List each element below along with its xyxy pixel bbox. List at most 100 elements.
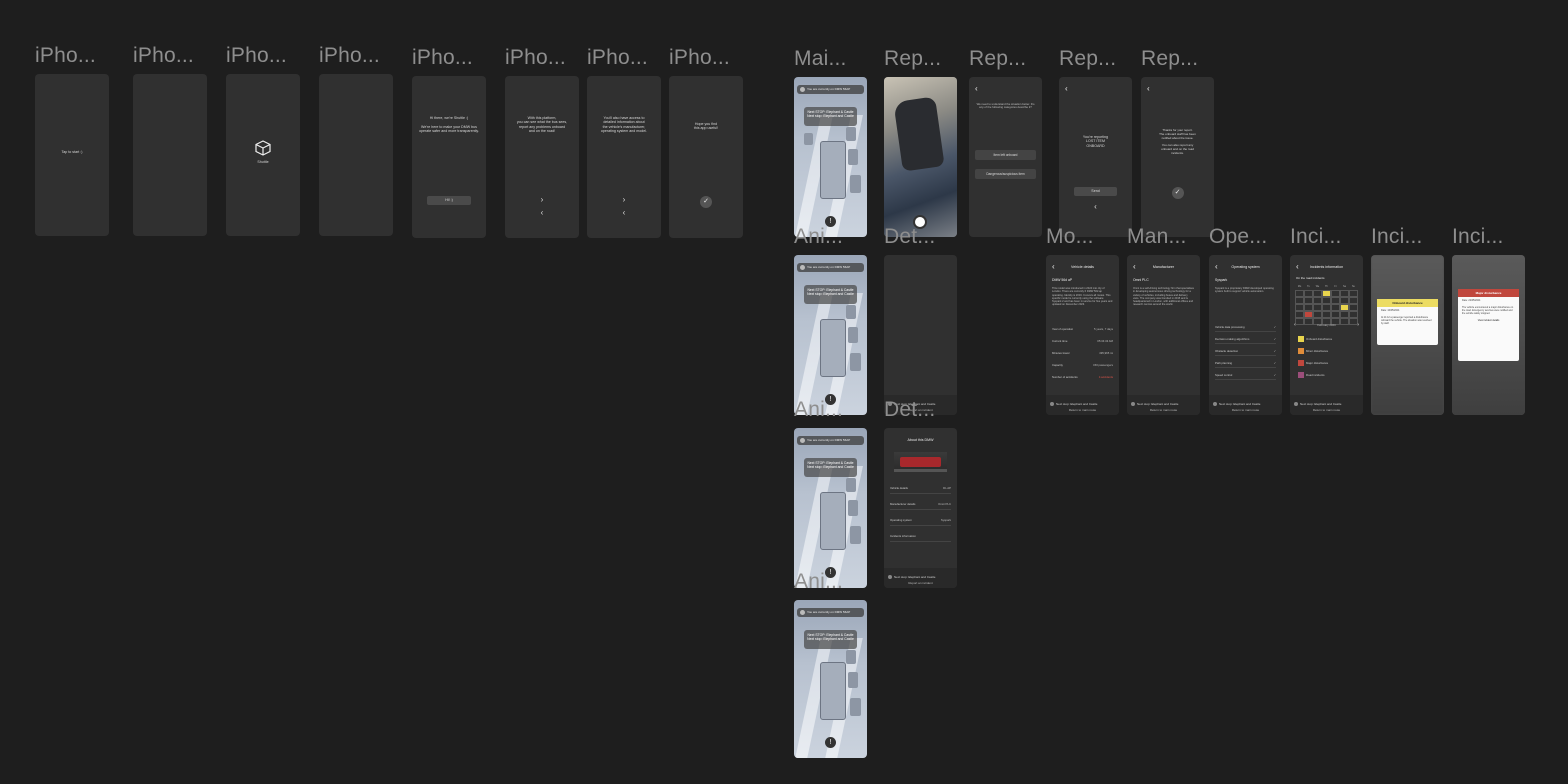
frame-animation-1[interactable]: Ani... You are currently on DMW 56AP Nex… (794, 225, 867, 415)
calendar-day[interactable] (1349, 290, 1358, 297)
legend-major[interactable]: Major disturbance (1298, 360, 1328, 366)
frame-iphone-7[interactable]: iPho... You'll also have access to detai… (587, 46, 661, 238)
back-icon[interactable]: ‹ (1065, 84, 1068, 93)
calendar-day[interactable] (1340, 304, 1349, 311)
prev-icon[interactable]: ‹ (541, 209, 544, 217)
calendar-day[interactable] (1295, 304, 1304, 311)
detail-row-vehicle[interactable]: Vehicle details DL AP (890, 484, 951, 494)
calendar-day[interactable] (1340, 297, 1349, 304)
frame-incidents-calendar[interactable]: Inci... ‹ Incidents information On the r… (1290, 225, 1363, 415)
check-icon[interactable]: ✓ (700, 196, 712, 208)
frame-label: iPho... (35, 44, 96, 67)
vehicle-topbar[interactable]: You are currently on DMW 56AP (797, 85, 864, 94)
frame-details-empty[interactable]: Det... Next stop: Elephant and Castle Re… (884, 225, 957, 415)
incident-calendar[interactable]: Mo Tu We Th Fr Sa Su (1295, 285, 1358, 327)
calendar-day[interactable] (1304, 311, 1313, 318)
frame-incident-onboard[interactable]: Inci... Onboard disturbance Date: 10/05/… (1371, 225, 1444, 415)
os-feature-row[interactable]: Path planning ✓ (1215, 359, 1276, 368)
prev-icon[interactable]: ‹ (1094, 203, 1097, 211)
os-feature-row[interactable]: Speed control ✓ (1215, 371, 1276, 380)
os-feature-row[interactable]: Vehicle data processing ✓ (1215, 323, 1276, 332)
frame-animation-2[interactable]: Ani... You are currently on DMW 56AP Nex… (794, 398, 867, 588)
calendar-day[interactable] (1349, 304, 1358, 311)
calendar-day[interactable] (1295, 290, 1304, 297)
back-icon[interactable]: ‹ (1147, 84, 1150, 93)
calendar-day[interactable] (1340, 290, 1349, 297)
vehicle-topbar[interactable]: You are currently on DMW 56AP (797, 263, 864, 272)
calendar-day[interactable] (1331, 304, 1340, 311)
legend-onboard[interactable]: Onboard disturbance (1298, 336, 1332, 342)
modal-link[interactable]: View incident details (1458, 317, 1519, 324)
calendar-day[interactable] (1313, 311, 1322, 318)
next-icon[interactable]: › (541, 196, 544, 204)
frame-report-send[interactable]: Rep... ‹ You're reporting LOST ITEM ONBO… (1059, 47, 1132, 237)
calendar-day[interactable] (1313, 290, 1322, 297)
frame-report-category[interactable]: Rep... ‹ We need to understand the situa… (969, 47, 1042, 237)
screen-tap-to-start[interactable]: Tap to start :) (35, 74, 109, 236)
next-icon[interactable]: › (623, 196, 626, 204)
frame-iphone-8[interactable]: iPho... Hope you find this app useful! ✓ (669, 46, 743, 238)
legend-minor[interactable]: Minor disturbance (1298, 348, 1328, 354)
detail-row-os[interactable]: Operating system Syspark (890, 516, 951, 526)
frame-iphone-3[interactable]: iPho... Shuttle (226, 44, 300, 236)
weekday-label: Su (1352, 285, 1355, 288)
prev-icon[interactable]: ‹ (623, 209, 626, 217)
calendar-day[interactable] (1331, 290, 1340, 297)
calendar-day[interactable] (1304, 290, 1313, 297)
frame-iphone-2[interactable]: iPho... (133, 44, 207, 236)
detail-row-manufacturer[interactable]: Manufacturer details Omni PLC (890, 500, 951, 510)
next-month-icon[interactable]: › (1357, 322, 1359, 328)
os-feature-row[interactable]: Decision-making algorithms ✓ (1215, 335, 1276, 344)
footer-link[interactable]: Report an incident (884, 581, 957, 585)
report-warning-icon[interactable]: ! (825, 737, 836, 748)
calendar-day[interactable] (1349, 297, 1358, 304)
frame-main[interactable]: Mai... You are currently on DMW 56AP Nex… (794, 47, 867, 237)
calendar-day[interactable] (1313, 304, 1322, 311)
vehicle-topbar[interactable]: You are currently on DMW 56AP (797, 436, 864, 445)
farewell-text: Hope you find this app useful! (693, 122, 719, 131)
calendar-day[interactable] (1304, 304, 1313, 311)
calendar-day[interactable] (1340, 311, 1349, 318)
legend-road[interactable]: Road incidents (1298, 372, 1325, 378)
tap-to-start-text[interactable]: Tap to start :) (39, 150, 105, 154)
calendar-day[interactable] (1295, 311, 1304, 318)
intro-button[interactable]: Hi! :) (427, 196, 471, 205)
frame-model[interactable]: Mo... ‹ Vehicle details DMW 56d aP This … (1046, 225, 1119, 415)
calendar-day[interactable] (1313, 297, 1322, 304)
footer-link[interactable]: Return to main route (1046, 408, 1119, 412)
frame-report-camera[interactable]: Rep... (884, 47, 957, 237)
frame-report-thanks[interactable]: Rep... ‹ Thanks for your report. The onb… (1141, 47, 1214, 237)
model-row: Minutes travel 495,965 mi (1052, 351, 1113, 355)
calendar-day[interactable] (1322, 297, 1331, 304)
calendar-day[interactable] (1331, 297, 1340, 304)
frame-animation-3[interactable]: Ani... You are currently on DMW 56AP Nex… (794, 570, 867, 758)
footer-link[interactable]: Return to main route (1127, 408, 1200, 412)
check-icon[interactable]: ✓ (1171, 187, 1184, 199)
calendar-day[interactable] (1322, 290, 1331, 297)
os-feature-row[interactable]: Obstacle detection ✓ (1215, 347, 1276, 356)
calendar-day[interactable] (1304, 297, 1313, 304)
incident-modal[interactable]: Major disturbance Date: 22/05/2024 The v… (1458, 289, 1519, 361)
calendar-day[interactable] (1349, 311, 1358, 318)
frame-manufacturer[interactable]: Man... ‹ Manufacturer Omni PLC Omni is a… (1127, 225, 1200, 415)
calendar-day[interactable] (1331, 311, 1340, 318)
incident-modal[interactable]: Onboard disturbance Date: 10/05/2024 At … (1377, 299, 1438, 345)
footer-link[interactable]: Return to main route (1290, 408, 1363, 412)
calendar-day[interactable] (1295, 297, 1304, 304)
footer-link[interactable]: Return to main route (1209, 408, 1282, 412)
frame-incident-major[interactable]: Inci... Major disturbance Date: 22/05/20… (1452, 225, 1525, 415)
back-icon[interactable]: ‹ (975, 84, 978, 93)
frame-iphone-6[interactable]: iPho... With this platform, you can see … (505, 46, 579, 238)
option-dangerous-item[interactable]: Dangerous/suspicious item (975, 169, 1036, 179)
frame-details-about[interactable]: Det... About this DMW Vehicle details DL… (884, 398, 957, 588)
frame-iphone-4[interactable]: iPho... (319, 44, 393, 236)
calendar-day[interactable] (1322, 304, 1331, 311)
frame-operating-system[interactable]: Ope... ‹ Operating system Syspark Syspar… (1209, 225, 1282, 415)
send-button[interactable]: Send (1074, 187, 1117, 196)
calendar-day[interactable] (1322, 311, 1331, 318)
detail-row-incidents[interactable]: Incidents information (890, 532, 951, 542)
vehicle-topbar[interactable]: You are currently on DMW 56AP (797, 608, 864, 617)
frame-iphone-1[interactable]: iPho... Tap to start :) (35, 44, 109, 236)
frame-iphone-5[interactable]: iPho... Hi there, we're Shuttle :) We're… (412, 46, 486, 238)
option-item-left-onboard[interactable]: Item left onboard (975, 150, 1036, 160)
